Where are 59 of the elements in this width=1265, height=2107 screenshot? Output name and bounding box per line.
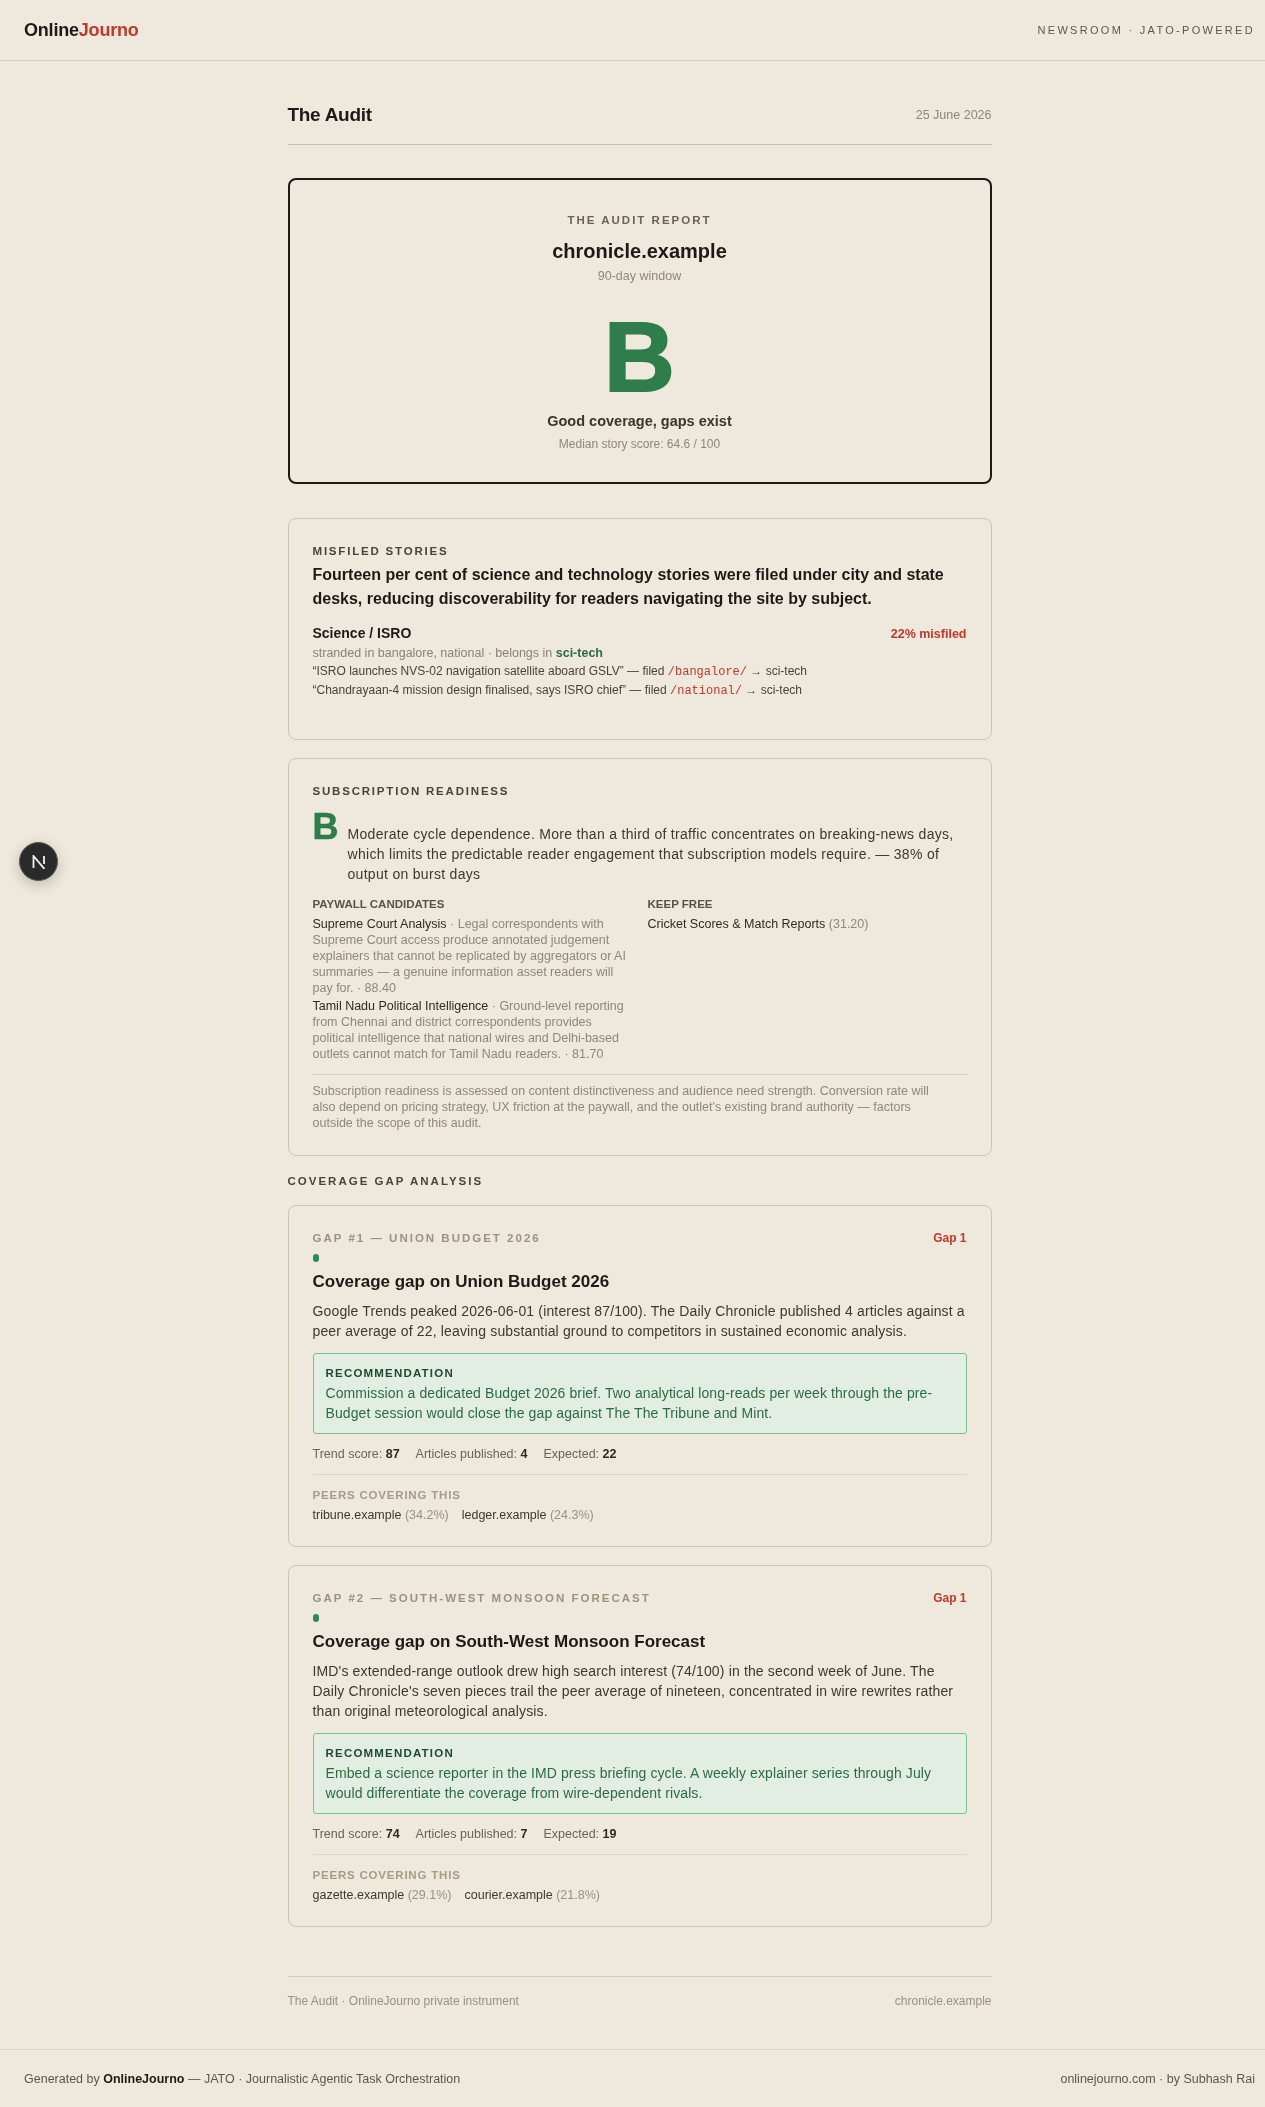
stat-text: Articles published: 4 (415, 1446, 528, 1463)
marker-icon (312, 1614, 319, 1622)
floating-button[interactable] (19, 842, 58, 881)
candidate-item: Tamil Nadu Political Intelligence · Ground-level reporting from Chennai and district correspondents provides political intelligence that national wires and Delhi-based outlets cannot match for Tamil Nadu readers. · 81.70 (312, 998, 625, 1062)
column-heading: PAYWALL CANDIDATES (312, 897, 446, 912)
story-line: “ISRO launches NVS-02 navigation satellite aboard GSLV” — filed /bangalore/ → sci-tech (312, 663, 809, 681)
gap-title: Coverage gap on South-West Monsoon Forecast (312, 1631, 707, 1653)
recommendation-text: Embed a science reporter in the IMD press briefing cycle. A weekly explainer series through July would differentiate the coverage from wire-dependent rivals. (325, 1764, 933, 1803)
grade-verdict: Good coverage, gaps exist (547, 412, 732, 431)
page-title: The Audit (287, 103, 372, 127)
placement-text: stranded in bangalore, national · belongs in sci-tech (312, 645, 604, 662)
readiness-note: Subscription readiness is assessed on content distinctiveness and audience need strength. Conversion rate will also depend on pricing strategy, UX friction at the paywall, and the outlet's existing brand authority — factors outside the scope of this audit. (312, 1074, 967, 1131)
credit-text: Generated by OnlineJourno — JATO · Journalistic Agentic Task Orchestration (24, 2070, 461, 2088)
report-date: 25 June 2026 (915, 107, 992, 124)
peers-heading: PEERS COVERING THIS (312, 1488, 461, 1503)
marker-icon (312, 1254, 319, 1262)
peer-outlet: ledger.example (24.3%) (461, 1507, 594, 1524)
grade-letter: B (312, 809, 339, 845)
stat-text: Articles published: 7 (415, 1826, 528, 1843)
stat-text: Expected: 22 (543, 1446, 617, 1463)
stat-text: Trend score: 87 (312, 1446, 400, 1463)
gap-label: GAP #2 — SOUTH-WEST MONSOON FORECAST (312, 1591, 651, 1606)
site-name: chronicle.example (552, 239, 727, 264)
story-line: “Chandrayaan-4 mission design finalised, says ISRO chief” — filed /national/ → sci-tech (312, 682, 804, 700)
byline-text: onlinejourno.com · by Subhash Rai (1060, 2070, 1255, 2088)
gap-title: Coverage gap on Union Budget 2026 (312, 1271, 611, 1293)
tagline: NEWSROOM · JATO-POWERED (1037, 23, 1255, 38)
section-heading: COVERAGE GAP ANALYSIS (287, 1174, 485, 1189)
footer-text: The Audit · OnlineJourno private instrument (287, 1993, 519, 2009)
peer-outlet: tribune.example (34.2%) (312, 1507, 449, 1524)
letter-n-icon (31, 854, 46, 869)
section-heading: MISFILED STORIES (312, 544, 450, 559)
peer-outlet: courier.example (21.8%) (464, 1887, 600, 1904)
peer-outlet: gazette.example (29.1%) (312, 1887, 452, 1904)
gap-label: GAP #1 — UNION BUDGET 2026 (312, 1231, 541, 1246)
column-heading: KEEP FREE (647, 897, 714, 912)
gap-rank: Gap 1 (933, 1590, 967, 1606)
gap-rank: Gap 1 (933, 1230, 967, 1246)
readiness-summary: Moderate cycle dependence. More than a third of traffic concentrates on breaking-news days, which limits the predictable reader engagement that subscription models require. — 38% of output on burst days (347, 825, 955, 884)
gap-description: Google Trends peaked 2026-06-01 (interest 87/100). The Daily Chronicle published 4 articles against a peer average of 22, leaving substantial ground to competitors in sustained economic analysis. (312, 1302, 966, 1341)
report-eyebrow: THE AUDIT REPORT (567, 213, 712, 228)
misfiled-share: 22% misfiled (890, 626, 967, 643)
window-label: 90-day window (597, 268, 682, 285)
section-heading: SUBSCRIPTION READINESS (312, 784, 511, 799)
footer-site: chronicle.example (894, 1993, 992, 2009)
grade-letter: B (604, 308, 675, 406)
median-score: Median story score: 64.6 / 100 (558, 436, 721, 453)
summary-text: Fourteen per cent of science and technology stories were filed under city and state desks, reducing discoverability for readers navigating the site by subject. (312, 565, 945, 609)
topic-name: Science / ISRO (312, 624, 412, 643)
peers-heading: PEERS COVERING THIS (312, 1868, 461, 1883)
logo[interactable]: OnlineJourno (24, 18, 139, 42)
candidate-item: Supreme Court Analysis · Legal correspondents with Supreme Court access produce annotated judgement explainers that cannot be replicated by aggregators or AI summaries — a genuine information asset readers will pay for. · 88.40 (312, 916, 627, 996)
candidate-item: Cricket Scores & Match Reports (31.20) (647, 916, 870, 932)
stat-text: Trend score: 74 (312, 1826, 400, 1843)
gap-description: IMD's extended-range outlook drew high search interest (74/100) in the second week of June. The Daily Chronicle's seven pieces trail the peer average of nineteen, concentrated in wire rewrites rather than original meteorological analysis. (312, 1662, 955, 1721)
recommendation-text: Commission a dedicated Budget 2026 brief. Two analytical long-reads per week through the pre-Budget session would close the gap against The The Tribune and Mint. (325, 1384, 934, 1423)
recommendation-heading: RECOMMENDATION (325, 1366, 455, 1381)
recommendation-heading: RECOMMENDATION (325, 1746, 455, 1761)
stat-text: Expected: 19 (543, 1826, 617, 1843)
